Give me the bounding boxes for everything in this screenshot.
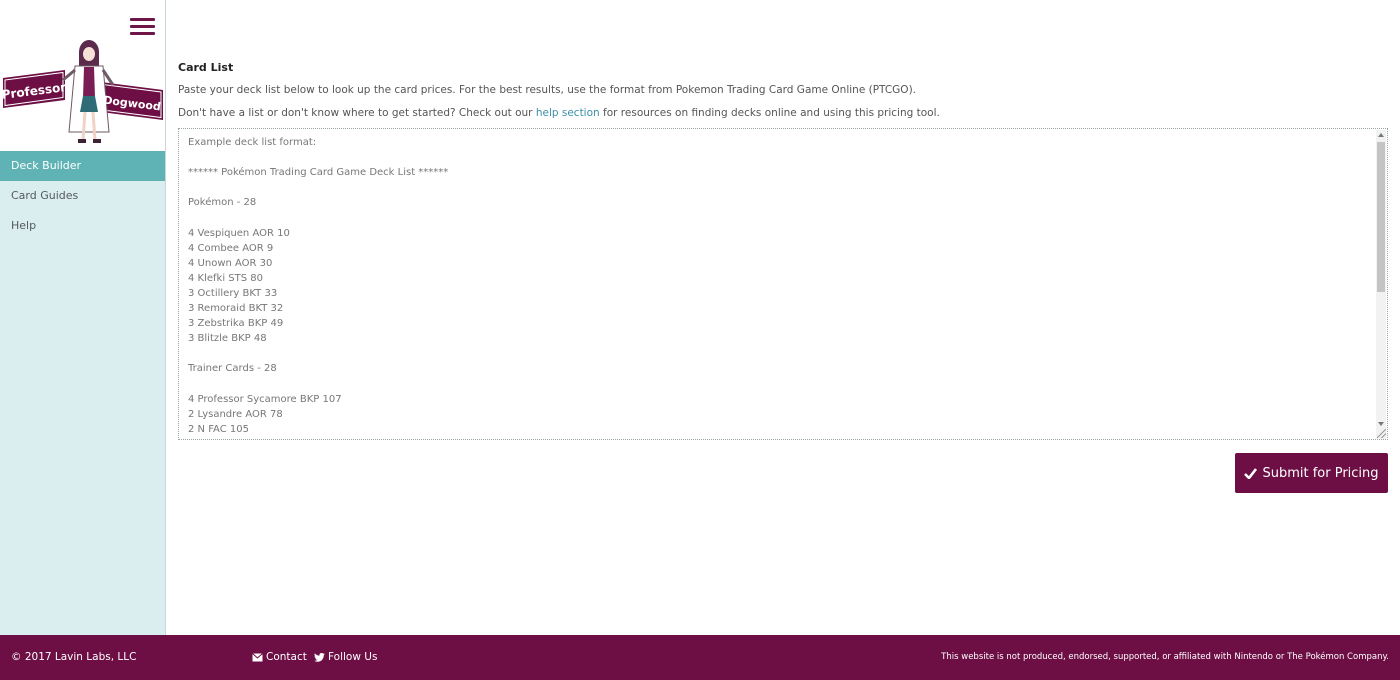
checkmark-icon: [1244, 467, 1258, 479]
sidebar-item-help[interactable]: Help: [0, 211, 165, 241]
hamburger-menu-icon[interactable]: [130, 18, 155, 38]
contact-link[interactable]: Contact: [252, 651, 307, 663]
help-text: Don't have a list or don't know where to…: [178, 107, 940, 119]
sidebar-item-deck-builder[interactable]: Deck Builder: [0, 151, 165, 181]
submit-for-pricing-button[interactable]: Submit for Pricing: [1235, 453, 1388, 493]
copyright-text: © 2017 Lavin Labs, LLC: [11, 651, 137, 663]
envelope-icon: [252, 652, 263, 661]
textarea-scrollbar[interactable]: [1376, 130, 1386, 439]
scrollbar-thumb[interactable]: [1377, 142, 1385, 292]
card-list-title: Card List: [178, 61, 234, 74]
sidebar: Professor Dogwood Deck Builder Card Guid…: [0, 0, 166, 635]
footer: © 2017 Lavin Labs, LLC Contact Follow Us…: [0, 635, 1400, 680]
scroll-down-icon[interactable]: [1378, 422, 1384, 426]
help-section-link[interactable]: help section: [536, 107, 600, 119]
resize-grip-icon[interactable]: [1377, 429, 1386, 438]
professor-dogwood-logo[interactable]: Professor Dogwood: [3, 40, 163, 150]
intro-text: Paste your deck list below to look up th…: [178, 84, 917, 96]
help-text-suffix: for resources on finding decks online an…: [599, 107, 940, 119]
twitter-icon: [314, 652, 325, 662]
sidebar-nav: Deck Builder Card Guides Help: [0, 151, 165, 241]
disclaimer-text: This website is not produced, endorsed, …: [941, 652, 1389, 662]
main-content: Card List Paste your deck list below to …: [178, 0, 1390, 635]
scroll-up-icon[interactable]: [1378, 133, 1384, 137]
sidebar-item-card-guides[interactable]: Card Guides: [0, 181, 165, 211]
follow-us-link[interactable]: Follow Us: [314, 651, 377, 663]
deck-list-placeholder: Example deck list format: ****** Pokémon…: [188, 137, 449, 435]
submit-label: Submit for Pricing: [1262, 465, 1379, 481]
sidebar-header: Professor Dogwood: [0, 0, 165, 151]
follow-us-label: Follow Us: [328, 651, 378, 663]
page: Professor Dogwood Deck Builder Card Guid…: [0, 0, 1400, 680]
contact-label: Contact: [266, 651, 307, 663]
help-text-prefix: Don't have a list or don't know where to…: [178, 107, 536, 119]
deck-list-textarea[interactable]: Example deck list format: ****** Pokémon…: [178, 128, 1388, 440]
